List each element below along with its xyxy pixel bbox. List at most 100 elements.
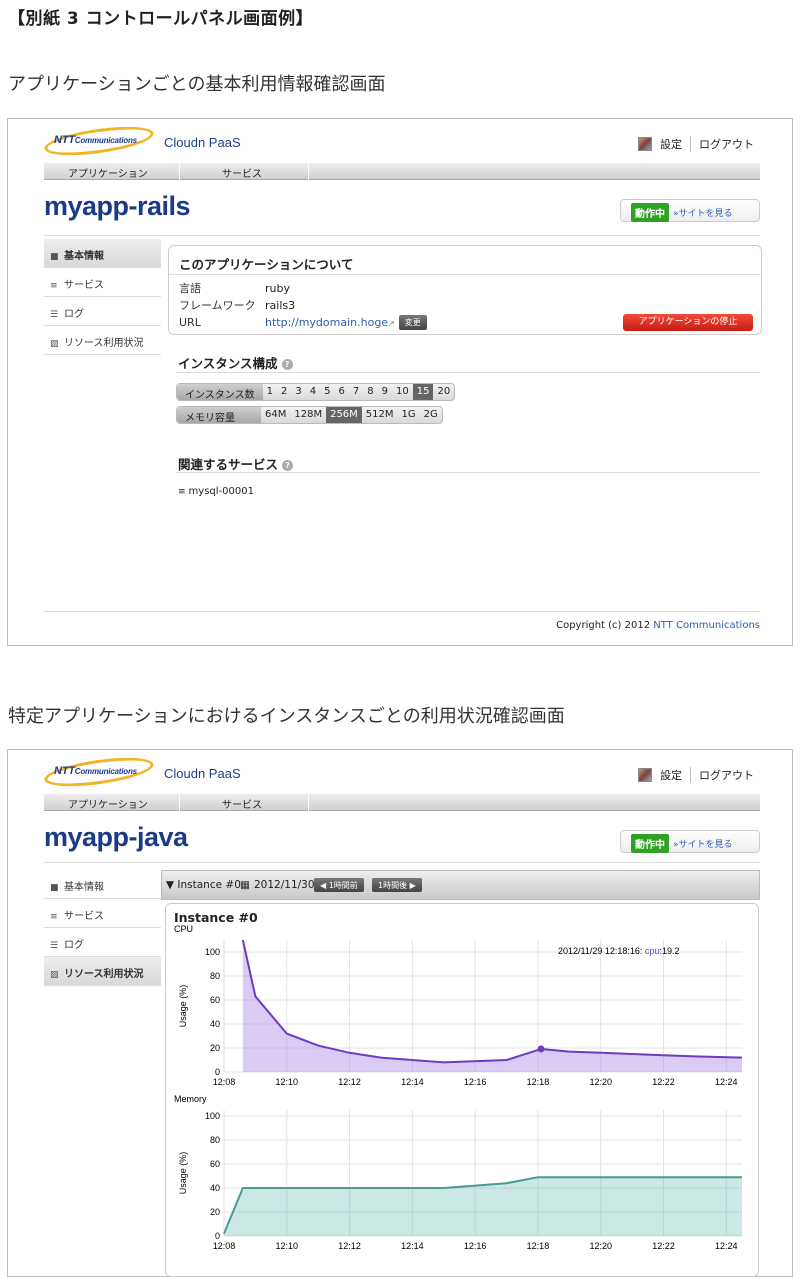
instance-count-option[interactable]: 6 [334, 384, 348, 400]
change-url-button[interactable]: 変更 [398, 315, 427, 330]
instance-count-option[interactable]: 5 [320, 384, 334, 400]
brand-name: Cloudn PaaS [164, 766, 241, 781]
x-tick-label: 12:20 [589, 1241, 612, 1251]
memory-size-option[interactable]: 2G [420, 407, 442, 423]
y-axis-label: Usage (%) [178, 1152, 188, 1195]
screenshot-app-info: NTTCommunications Cloudn PaaS 設定 ログアウト ア… [7, 118, 793, 646]
y-tick-label: 60 [210, 1159, 220, 1169]
chart-title: CPU [174, 924, 193, 934]
sidebar-item-basic-info[interactable]: ■ 基本情報 [44, 870, 161, 899]
app-title: myapp-java [44, 822, 188, 852]
series-area [242, 940, 742, 1072]
sidebar-item-services[interactable]: ≡ サービス [44, 268, 161, 297]
y-tick-label: 40 [210, 1183, 220, 1193]
stop-app-button[interactable]: アプリケーションの停止 [623, 314, 753, 331]
nav-tab-services[interactable]: サービス [222, 165, 262, 180]
x-tick-label: 12:18 [527, 1077, 550, 1087]
settings-link[interactable]: 設定 [660, 767, 682, 783]
x-tick-label: 12:10 [276, 1077, 299, 1087]
x-tick-label: 12:18 [527, 1241, 550, 1251]
memory-size-option[interactable]: 1G [398, 407, 420, 423]
framework-row: フレームワーク rails3 [179, 299, 296, 312]
x-tick-label: 12:08 [213, 1077, 236, 1087]
instance-count-option[interactable]: 9 [378, 384, 392, 400]
chart-icon: ▨ [50, 970, 59, 980]
language-row: 言語 ruby [179, 282, 290, 295]
tooltip-text: 2012/11/29 12:18:16: cpu:19.2 [558, 946, 679, 956]
nav-tab-applications[interactable]: アプリケーション [68, 165, 148, 180]
x-tick-label: 12:24 [715, 1077, 738, 1087]
url-row: URL http://mydomain.hoge↗ 変更 [179, 315, 427, 330]
instance-count-option[interactable]: 8 [363, 384, 377, 400]
y-tick-label: 20 [210, 1043, 220, 1053]
help-icon[interactable]: ? [281, 359, 293, 370]
avatar[interactable] [638, 768, 652, 782]
logout-link[interactable]: ログアウト [699, 767, 754, 783]
instance-count-selector: インスタンス数 1 2 3 4 5 6 7 8 9 10 15 20 [176, 383, 456, 401]
logout-link[interactable]: ログアウト [699, 136, 754, 152]
x-tick-label: 12:16 [464, 1241, 487, 1251]
y-tick-label: 0 [215, 1231, 220, 1241]
y-tick-label: 60 [210, 995, 220, 1005]
sidebar-item-basic-info[interactable]: ■ 基本情報 [44, 239, 161, 268]
instance-count-option[interactable]: 2 [277, 384, 291, 400]
instance-count-option[interactable]: 3 [291, 384, 305, 400]
x-tick-label: 12:24 [715, 1241, 738, 1251]
x-tick-label: 12:12 [338, 1241, 361, 1251]
copyright: Copyright (c) 2012 NTT Communications [556, 620, 760, 631]
x-tick-label: 12:16 [464, 1077, 487, 1087]
sidebar-item-resource-usage[interactable]: ▨ リソース利用状況 [44, 957, 161, 986]
sidebar-item-resource-usage[interactable]: ▨ リソース利用状況 [44, 326, 161, 355]
sidebar-item-log[interactable]: ☰ ログ [44, 297, 161, 326]
chart-title: Memory [174, 1094, 207, 1104]
memory-size-option[interactable]: 64M [261, 407, 290, 423]
cube-icon: ■ [50, 883, 59, 893]
related-services-heading: 関連するサービス? [178, 454, 294, 473]
view-site-link[interactable]: »サイトを見る [673, 837, 733, 850]
external-link-icon: ↗ [388, 319, 395, 328]
help-icon[interactable]: ? [282, 460, 294, 471]
ntt-link[interactable]: NTT Communications [653, 620, 760, 631]
calendar-icon[interactable]: ▦ [240, 879, 250, 891]
x-tick-label: 12:14 [401, 1241, 424, 1251]
status-badge: 動作中 [631, 203, 669, 222]
nav-tab-applications[interactable]: アプリケーション [68, 796, 148, 811]
instance-count-option[interactable]: 20 [433, 384, 454, 400]
prev-hour-button[interactable]: ◀ 1時間前 [314, 878, 364, 892]
series-line [241, 939, 743, 1064]
instance-count-option[interactable]: 15 [412, 384, 434, 400]
app-url-link[interactable]: http://mydomain.hoge [265, 316, 388, 329]
status-box: 動作中 »サイトを見る [620, 199, 760, 222]
instance-count-option[interactable]: 4 [306, 384, 320, 400]
y-tick-label: 80 [210, 971, 220, 981]
instance-count-option[interactable]: 10 [392, 384, 413, 400]
instance-count-option[interactable]: 7 [349, 384, 363, 400]
tooltip-time: 2012/11/29 12:18:16: [558, 946, 645, 956]
memory-size-option[interactable]: 128M [290, 407, 326, 423]
sidebar-item-log[interactable]: ☰ ログ [44, 928, 161, 957]
app-title: myapp-rails [44, 191, 191, 221]
settings-link[interactable]: 設定 [660, 136, 682, 152]
tooltip-value: :19.2 [659, 946, 679, 956]
view-site-link[interactable]: »サイトを見る [673, 206, 733, 219]
caption-basic-info: アプリケーションごとの基本利用情報確認画面 [8, 74, 386, 95]
x-tick-label: 12:20 [589, 1077, 612, 1087]
series-area [224, 1177, 742, 1236]
main-nav: アプリケーション サービス [44, 163, 760, 180]
database-icon: ≡ [50, 281, 58, 291]
memory-size-option[interactable]: 512M [362, 407, 398, 423]
nav-tab-services[interactable]: サービス [222, 796, 262, 811]
memory-size-option[interactable]: 256M [326, 407, 362, 423]
next-hour-button[interactable]: 1時間後 ▶ [372, 878, 422, 892]
instance-count-option[interactable]: 1 [263, 384, 277, 400]
instance-graph-panel: Instance #0 CPU 0 20 40 60 80 100 12:08 12:10 12:… [165, 903, 759, 1277]
date-field[interactable]: 2012/11/30 [254, 879, 315, 891]
service-item[interactable]: ≡ mysql-00001 [178, 486, 254, 497]
instance-dropdown[interactable]: ▼ Instance #0 [166, 879, 241, 891]
x-tick-label: 12:08 [213, 1241, 236, 1251]
document-title: 【別紙 3 コントロールパネル画面例】 [8, 9, 314, 29]
sidebar-item-services[interactable]: ≡ サービス [44, 899, 161, 928]
ntt-logo: NTTCommunications [42, 752, 160, 792]
avatar[interactable] [638, 137, 652, 151]
memory-label: メモリ容量 [177, 407, 261, 424]
